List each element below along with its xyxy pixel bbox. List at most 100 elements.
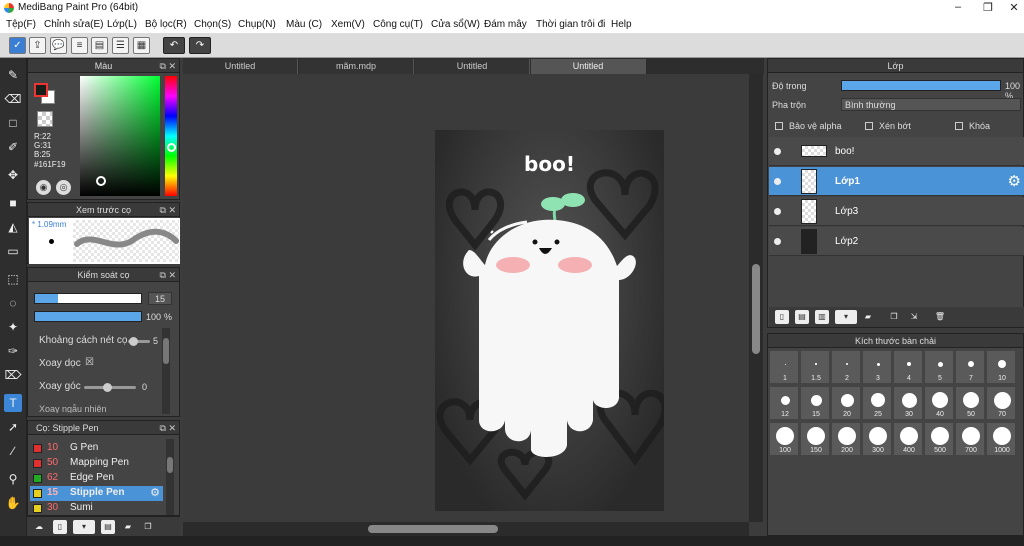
eraser-tool-icon[interactable]: ⌫ xyxy=(4,90,22,108)
brush-item[interactable]: 30 Sumi xyxy=(30,501,163,515)
brush-size-cell[interactable]: 1.5 xyxy=(800,350,830,384)
brush-size-cell[interactable]: 10 xyxy=(986,350,1016,384)
brush-size-cell[interactable]: 12 xyxy=(769,386,799,420)
brush-size-cell[interactable]: 30 xyxy=(893,386,923,420)
menu-layer[interactable]: Lớp(L) xyxy=(107,19,137,30)
new-1bit-layer-icon[interactable]: ▥ xyxy=(815,310,829,324)
menu-capture[interactable]: Chụp(N) xyxy=(238,19,276,30)
menu-edit[interactable]: Chỉnh sửa(E) xyxy=(44,19,104,30)
brush-size-cell[interactable]: 1 xyxy=(769,350,799,384)
document-icon[interactable]: ▤ xyxy=(91,37,108,54)
layer-visibility-icon[interactable] xyxy=(774,148,781,155)
minimize-icon[interactable]: – xyxy=(950,1,966,13)
rotate-checkbox[interactable]: ☒ xyxy=(85,357,94,368)
magic-wand-tool-icon[interactable]: ✦ xyxy=(4,318,22,336)
undo-icon[interactable]: ↶ xyxy=(163,37,185,54)
layer-row[interactable]: Lớp3 xyxy=(769,197,1024,226)
grid-icon[interactable]: ▦ xyxy=(133,37,150,54)
checkbox-box[interactable] xyxy=(865,122,873,130)
tab-untitled-2[interactable]: Untitled xyxy=(415,59,530,74)
layer-opacity-bar[interactable] xyxy=(841,80,1001,91)
layer-visibility-icon[interactable] xyxy=(774,238,781,245)
menu-cloud[interactable]: Đám mây xyxy=(484,19,527,30)
layer-row[interactable]: Lớp2 xyxy=(769,227,1024,256)
layer-row-selected[interactable]: Lớp1 ⚙ xyxy=(769,167,1024,196)
move-tool-icon[interactable]: ✥ xyxy=(4,166,22,184)
menu-select[interactable]: Chọn(S) xyxy=(194,19,231,30)
brush-size-cell[interactable]: 25 xyxy=(862,386,892,420)
clipping-checkbox[interactable]: Xén bớt xyxy=(865,121,911,131)
brush-tool-icon[interactable]: ✎ xyxy=(4,66,22,84)
brush-size-cell[interactable]: 20 xyxy=(831,386,861,420)
saturation-value-picker[interactable] xyxy=(80,76,160,196)
control-panel-scrollbar[interactable] xyxy=(162,328,170,414)
menu-window[interactable]: Cửa sổ(W) xyxy=(431,19,480,30)
spacing-slider-knob[interactable] xyxy=(129,337,138,346)
operation-tool-icon[interactable]: ➚ xyxy=(4,418,22,436)
brush-properties-icon[interactable]: ▤ xyxy=(101,520,115,534)
tab-untitled-3[interactable]: Untitled xyxy=(531,59,646,74)
canvas-area[interactable]: boo! xyxy=(183,74,749,522)
brush-size-value[interactable]: 15 xyxy=(148,292,172,305)
brush-size-cell[interactable]: 40 xyxy=(924,386,954,420)
menu-filter[interactable]: Bộ lọc(R) xyxy=(145,19,187,30)
brush-size-cell[interactable]: 50 xyxy=(955,386,985,420)
color-picker-cursor[interactable] xyxy=(96,176,106,186)
gradient-tool-icon[interactable]: ▭ xyxy=(4,242,22,260)
cloud-save-icon[interactable]: ✓ xyxy=(9,37,26,54)
new-brush-icon[interactable]: ▯ xyxy=(53,520,67,534)
panel-close-icon[interactable]: ⧉ ✕ xyxy=(160,268,176,282)
new-layer-icon[interactable]: ▯ xyxy=(775,310,789,324)
angle-slider-knob[interactable] xyxy=(103,383,112,392)
lock-checkbox[interactable]: Khóa xyxy=(955,121,990,131)
panel-close-icon[interactable]: ⧉ ✕ xyxy=(160,59,176,73)
menu-file[interactable]: Tệp(F) xyxy=(6,19,36,30)
checkbox-box[interactable] xyxy=(775,122,783,130)
brush-pen-tool-icon[interactable]: ✐ xyxy=(4,138,22,156)
brush-size-cell[interactable]: 7 xyxy=(955,350,985,384)
brush-size-cell[interactable]: 150 xyxy=(800,422,830,456)
layer-visibility-icon[interactable] xyxy=(774,178,781,185)
brush-item-selected[interactable]: 15 Stipple Pen ⚙ xyxy=(30,486,163,501)
brush-size-cell[interactable]: 700 xyxy=(955,422,985,456)
brush-size-bar[interactable] xyxy=(34,293,142,304)
brush-list-scrollbar[interactable] xyxy=(166,439,174,515)
bucket-tool-icon[interactable]: ◭ xyxy=(4,218,22,236)
menu-view[interactable]: Xem(V) xyxy=(331,19,365,30)
chat-icon[interactable]: ≡ xyxy=(71,37,88,54)
brush-size-cell[interactable]: 4 xyxy=(893,350,923,384)
transparent-color-swatch[interactable] xyxy=(37,111,53,127)
brush-size-cell[interactable]: 70 xyxy=(986,386,1016,420)
brush-size-cell[interactable]: 100 xyxy=(769,422,799,456)
palette-settings-icon[interactable]: ◎ xyxy=(56,180,71,195)
tab-untitled-1[interactable]: Untitled xyxy=(183,59,298,74)
redo-icon[interactable]: ↷ xyxy=(189,37,211,54)
menu-timelapse[interactable]: Thời gian trôi đi xyxy=(536,19,605,30)
layer-visibility-icon[interactable] xyxy=(774,208,781,215)
brush-size-cell[interactable]: 1000 xyxy=(986,422,1016,456)
comment-icon[interactable]: 💬 xyxy=(50,37,67,54)
artwork-canvas[interactable]: boo! xyxy=(435,130,664,511)
brush-size-cell[interactable]: 2 xyxy=(831,350,861,384)
text-tool-icon[interactable]: T xyxy=(4,394,22,412)
scrollbar-thumb[interactable] xyxy=(163,338,169,364)
layer-row[interactable]: boo! xyxy=(769,137,1024,166)
menu-help[interactable]: Help xyxy=(611,19,632,30)
brush-item[interactable]: 62 Edge Pen xyxy=(30,471,163,486)
brush-size-cell[interactable]: 200 xyxy=(831,422,861,456)
close-icon[interactable]: ✕ xyxy=(1006,1,1022,14)
add-brush-dropdown-icon[interactable]: ▾ xyxy=(73,520,95,534)
eyedropper-tool-icon[interactable]: ⚲ xyxy=(4,470,22,488)
scrollbar-thumb[interactable] xyxy=(167,457,173,473)
brush-size-cell[interactable]: 300 xyxy=(862,422,892,456)
duplicate-layer-icon[interactable]: ❐ xyxy=(887,310,901,324)
brush-size-cell[interactable]: 400 xyxy=(893,422,923,456)
fill-rect-tool-icon[interactable]: ■ xyxy=(4,194,22,212)
lasso-tool-icon[interactable]: ◌ xyxy=(4,294,22,312)
layer-folder-icon[interactable]: ▰ xyxy=(861,310,875,324)
menu-color[interactable]: Màu (C) xyxy=(286,19,322,30)
hand-tool-icon[interactable]: ✋ xyxy=(4,494,22,512)
brush-size-cell[interactable]: 3 xyxy=(862,350,892,384)
add-layer-dropdown-icon[interactable]: ▾ xyxy=(835,310,857,324)
panel-close-icon[interactable]: ⧉ ✕ xyxy=(160,421,176,435)
